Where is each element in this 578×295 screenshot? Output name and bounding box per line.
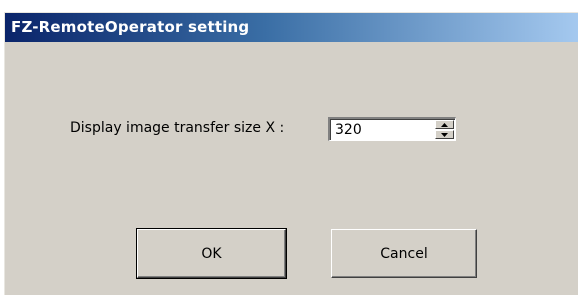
- spin-down-arrow-icon: [441, 133, 448, 137]
- spin-buttons: [435, 120, 454, 139]
- ok-button[interactable]: OK: [136, 228, 287, 279]
- transfer-size-label: Display image transfer size X :: [70, 120, 285, 136]
- settings-dialog: FZ-RemoteOperator setting Display image …: [4, 12, 578, 295]
- spin-up-arrow-icon: [441, 123, 448, 127]
- cancel-button[interactable]: Cancel: [331, 229, 477, 278]
- spin-up-button[interactable]: [435, 120, 454, 129]
- transfer-size-input[interactable]: [335, 121, 425, 139]
- transfer-size-spinbox[interactable]: [328, 117, 456, 141]
- spin-down-button[interactable]: [435, 130, 454, 139]
- title-bar[interactable]: FZ-RemoteOperator setting: [5, 13, 578, 42]
- window-title: FZ-RemoteOperator setting: [11, 18, 250, 36]
